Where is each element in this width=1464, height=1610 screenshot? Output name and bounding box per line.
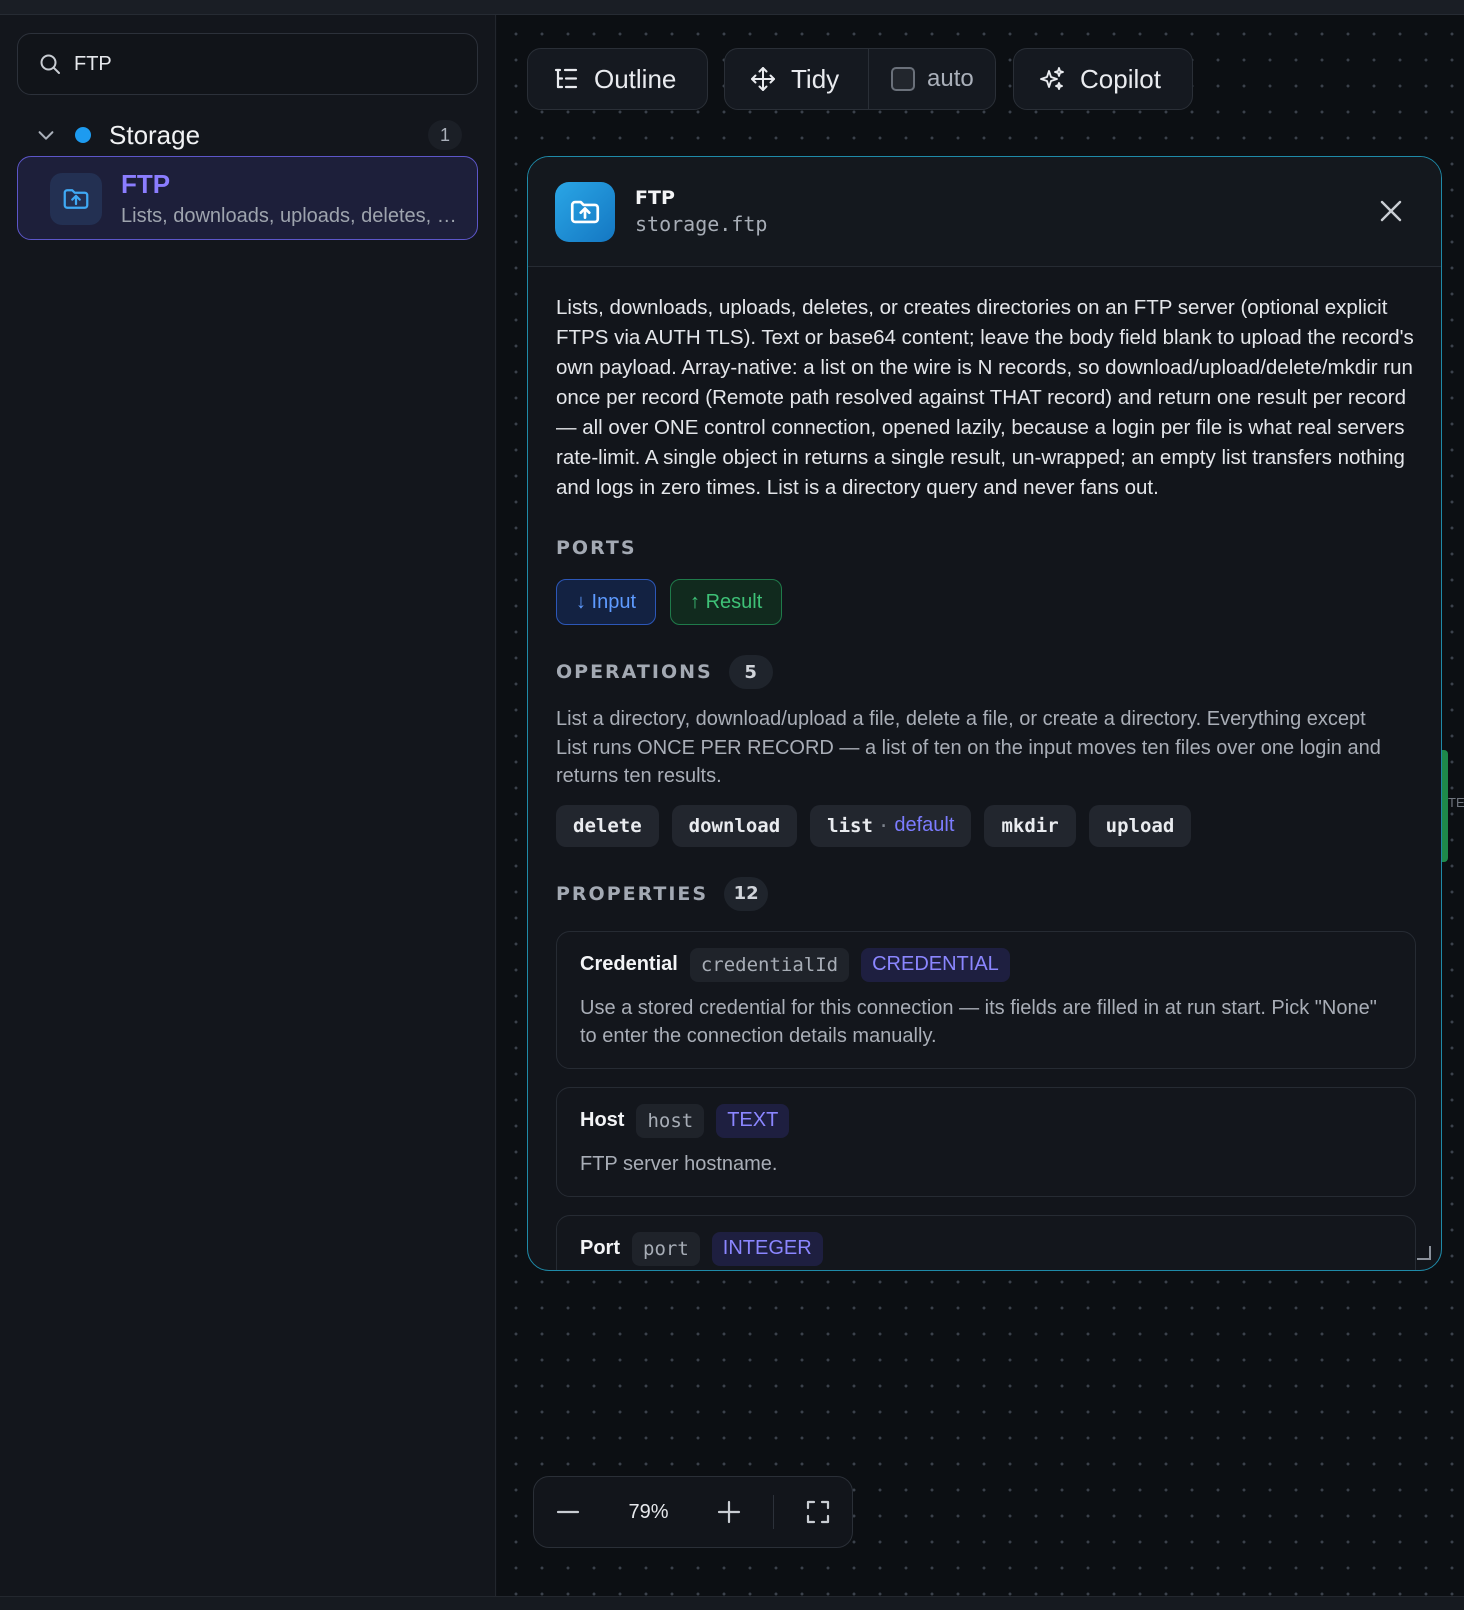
operations-count-badge: 5 xyxy=(728,655,773,689)
panel-slug: storage.ftp xyxy=(635,212,768,236)
operation-name: upload xyxy=(1105,814,1175,837)
search-icon xyxy=(40,54,60,74)
properties-count-badge: 12 xyxy=(724,876,769,911)
copilot-label: Copilot xyxy=(1080,63,1161,94)
node-edge-text: TE xyxy=(1448,795,1464,810)
minus-icon xyxy=(556,1510,580,1514)
search-input[interactable] xyxy=(74,52,454,76)
sidebar-item-ftp[interactable]: FTP Lists, downloads, uploads, deletes, … xyxy=(17,156,478,240)
property-key: port xyxy=(632,1231,700,1266)
property-type: INTEGER xyxy=(711,1231,823,1266)
ports-heading: PORTS xyxy=(556,537,1416,559)
operations-list: delete download list · default mkdir uploa… xyxy=(556,804,1416,847)
operation-chip: mkdir xyxy=(984,804,1076,847)
chevron-down-icon[interactable] xyxy=(35,124,57,146)
properties-heading: PROPERTIES 12 xyxy=(556,876,1416,911)
node-description: Lists, downloads, uploads, deletes, or c… xyxy=(556,296,1414,499)
operation-chip-default: list · default xyxy=(810,804,972,847)
operation-chip: download xyxy=(671,804,798,847)
zoom-in-button[interactable] xyxy=(695,1477,763,1547)
property-description: FTP server hostname. xyxy=(580,1152,778,1175)
operation-name: download xyxy=(688,814,781,837)
default-tag: default xyxy=(894,814,955,836)
outline-label: Outline xyxy=(594,63,677,94)
operation-name: list xyxy=(827,814,873,837)
zoom-out-button[interactable] xyxy=(534,1477,602,1547)
property-name: Host xyxy=(580,1109,625,1131)
group-count-badge: 1 xyxy=(428,120,462,150)
properties-heading-text: PROPERTIES xyxy=(556,882,709,905)
auto-label: auto xyxy=(927,65,974,92)
sidebar-item-description: Lists, downloads, uploads, deletes, o... xyxy=(121,205,461,227)
window-top-bar xyxy=(0,0,1464,15)
property-card-host: Host host TEXT FTP server hostname. xyxy=(556,1086,1416,1197)
node-search[interactable] xyxy=(17,33,478,95)
property-name: Port xyxy=(580,1237,620,1259)
close-icon[interactable] xyxy=(1375,195,1407,227)
folder-upload-icon xyxy=(555,182,615,242)
ports-list: ↓ Input ↑ Result xyxy=(556,579,1416,625)
property-key: host xyxy=(636,1103,705,1138)
node-palette-sidebar: Storage 1 FTP Lists, downloads, uploads,… xyxy=(0,15,496,1596)
port-result: ↑ Result xyxy=(670,579,783,625)
zoom-divider xyxy=(773,1495,775,1529)
fit-screen-icon xyxy=(806,1500,830,1524)
operation-name: mkdir xyxy=(1001,814,1059,837)
auto-checkbox[interactable] xyxy=(891,67,915,91)
tidy-label: Tidy xyxy=(791,63,840,94)
panel-title: FTP xyxy=(635,187,675,209)
property-key: credentialId xyxy=(689,947,850,982)
ports-heading-text: PORTS xyxy=(556,537,637,559)
plus-icon xyxy=(718,1500,741,1524)
node-detail-panel: FTP storage.ftp Lists, downloads, upload… xyxy=(527,156,1442,1271)
tidy-control: Tidy auto xyxy=(724,48,996,110)
port-input: ↓ Input xyxy=(556,579,657,625)
folder-upload-icon xyxy=(50,173,102,225)
tidy-button[interactable]: Tidy xyxy=(725,49,869,109)
zoom-controls: 79% xyxy=(533,1476,853,1548)
outline-button[interactable]: Outline xyxy=(527,48,708,110)
auto-tidy-toggle[interactable]: auto xyxy=(869,49,974,109)
sidebar-item-title: FTP xyxy=(121,169,171,199)
property-name: Credential xyxy=(580,953,678,975)
fit-view-button[interactable] xyxy=(784,1477,852,1547)
operation-chip: delete xyxy=(556,804,659,847)
property-type: CREDENTIAL xyxy=(861,947,1010,982)
property-type: TEXT xyxy=(716,1103,790,1138)
panel-header: FTP storage.ftp xyxy=(528,157,1441,267)
property-description: Use a stored credential for this connect… xyxy=(580,996,1377,1047)
panel-body[interactable]: Lists, downloads, uploads, deletes, or c… xyxy=(556,267,1416,1270)
copilot-button[interactable]: Copilot xyxy=(1013,48,1193,110)
property-card-port: Port port INTEGER xyxy=(556,1214,1416,1270)
move-arrows-icon xyxy=(751,67,775,91)
operations-description: List a directory, download/upload a file… xyxy=(556,708,1381,787)
group-storage[interactable]: Storage 1 xyxy=(17,113,478,157)
group-name: Storage xyxy=(109,119,201,150)
operations-heading-text: OPERATIONS xyxy=(556,661,713,683)
window-bottom-bar xyxy=(0,1596,1464,1610)
sparkles-icon xyxy=(1040,67,1064,90)
outline-list-icon xyxy=(554,68,578,89)
group-color-dot xyxy=(75,127,91,143)
resize-handle[interactable] xyxy=(1417,1246,1431,1260)
operation-chip: upload xyxy=(1088,804,1192,847)
operation-separator: · xyxy=(877,814,890,837)
property-card-credential: Credential credentialId CREDENTIAL Use a… xyxy=(556,930,1416,1069)
zoom-level: 79% xyxy=(628,1500,669,1523)
operation-name: delete xyxy=(573,814,642,837)
operations-heading: OPERATIONS 5 xyxy=(556,655,1416,689)
